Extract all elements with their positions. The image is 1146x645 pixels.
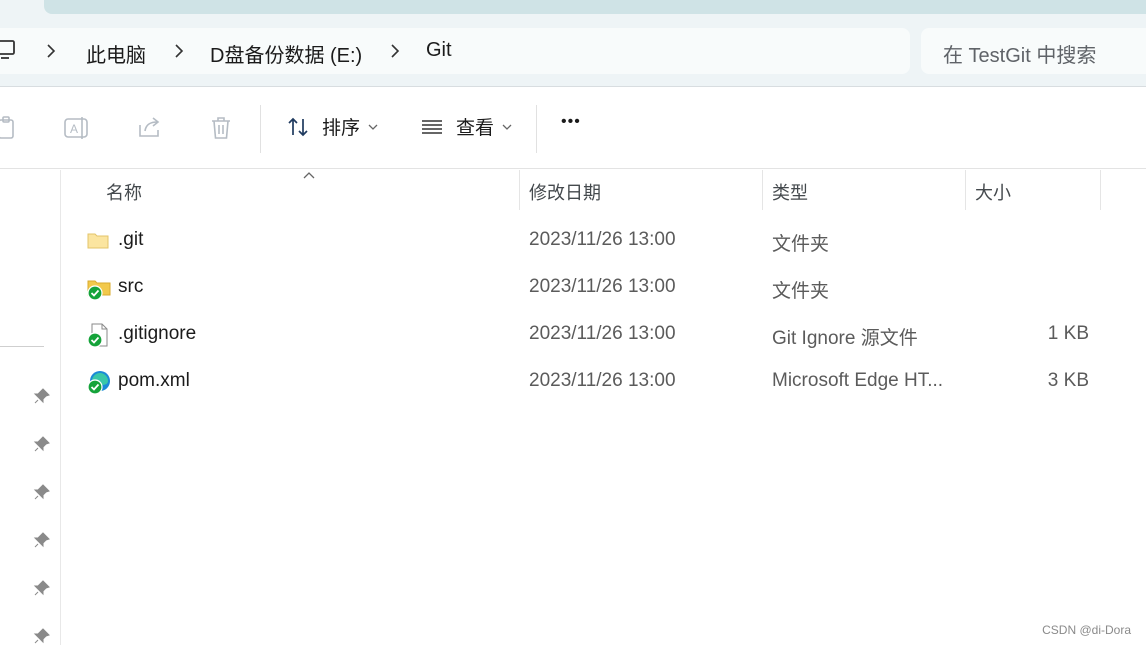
- file-synced-icon: [87, 323, 108, 348]
- file-row[interactable]: pom.xml 2023/11/26 13:00 Microsoft Edge …: [60, 361, 1146, 401]
- more-icon: •••: [561, 113, 581, 130]
- column-divider[interactable]: [1100, 170, 1101, 210]
- view-list-icon: [422, 119, 442, 134]
- navigation-pane: [0, 170, 61, 645]
- file-size: 1 KB: [1047, 323, 1089, 344]
- tab-strip: [44, 0, 1146, 14]
- pin-icon[interactable]: [33, 483, 51, 501]
- pin-icon[interactable]: [33, 531, 51, 549]
- column-divider[interactable]: [965, 170, 966, 210]
- file-row[interactable]: .gitignore 2023/11/26 13:00 Git Ignore 源…: [60, 314, 1146, 354]
- file-row[interactable]: .git 2023/11/26 13:00 文件夹: [60, 220, 1146, 260]
- sort-icon: [288, 117, 308, 136]
- paste-icon[interactable]: [0, 115, 18, 141]
- file-modified: 2023/11/26 13:00: [529, 229, 676, 250]
- file-modified: 2023/11/26 13:00: [529, 276, 676, 297]
- pin-icon[interactable]: [33, 387, 51, 405]
- chevron-right-icon[interactable]: [388, 41, 402, 61]
- column-header-row: 名称 修改日期 类型 大小: [60, 170, 1146, 210]
- file-modified: 2023/11/26 13:00: [529, 370, 676, 391]
- breadcrumb-drive-e[interactable]: D盘备份数据 (E:): [210, 39, 362, 68]
- column-header-name[interactable]: 名称: [106, 179, 142, 205]
- edge-file-synced-icon: [87, 371, 110, 395]
- column-header-size[interactable]: 大小: [975, 179, 1011, 205]
- view-label: 查看: [456, 118, 495, 139]
- sort-button[interactable]: 排序: [286, 113, 390, 140]
- share-icon[interactable]: [136, 115, 164, 141]
- chevron-down-icon: [502, 124, 512, 130]
- column-divider[interactable]: [519, 170, 520, 210]
- column-divider[interactable]: [762, 170, 763, 210]
- file-row[interactable]: src 2023/11/26 13:00 文件夹: [60, 267, 1146, 307]
- more-options-button[interactable]: •••: [561, 113, 581, 131]
- pin-icon[interactable]: [33, 435, 51, 453]
- view-button[interactable]: 查看: [420, 113, 524, 140]
- file-name: src: [118, 276, 144, 297]
- computer-icon[interactable]: [0, 39, 18, 67]
- toolbar-separator: [536, 105, 537, 153]
- delete-icon[interactable]: [209, 115, 233, 141]
- nav-divider: [0, 346, 44, 347]
- address-bar[interactable]: 此电脑 D盘备份数据 (E:) Git: [0, 28, 910, 74]
- breadcrumb-this-pc[interactable]: 此电脑: [86, 39, 146, 68]
- file-type: 文件夹: [772, 281, 830, 302]
- chevron-down-icon: [368, 124, 378, 130]
- chevron-right-icon[interactable]: [44, 41, 58, 61]
- file-name: .git: [118, 229, 144, 250]
- pin-icon[interactable]: [33, 579, 51, 597]
- sort-label: 排序: [322, 118, 361, 139]
- file-modified: 2023/11/26 13:00: [529, 323, 676, 344]
- file-size: 3 KB: [1047, 370, 1089, 391]
- search-placeholder: 在 TestGit 中搜索: [943, 45, 1097, 67]
- file-type: Microsoft Edge HT...: [772, 370, 944, 391]
- command-bar: A 排序 查看 •••: [0, 86, 1146, 169]
- toolbar-separator: [260, 105, 261, 153]
- folder-synced-icon: [87, 280, 111, 301]
- sort-ascending-icon: [303, 172, 315, 179]
- breadcrumb-git[interactable]: Git: [426, 39, 452, 62]
- pin-icon[interactable]: [33, 627, 51, 645]
- folder-icon: [87, 233, 109, 249]
- svg-text:A: A: [70, 122, 78, 136]
- search-input[interactable]: 在 TestGit 中搜索: [921, 28, 1146, 74]
- file-type: 文件夹: [772, 234, 830, 255]
- watermark: CSDN @di-Dora: [1042, 623, 1131, 637]
- file-name: .gitignore: [118, 323, 197, 344]
- file-type: Git Ignore 源文件: [772, 328, 918, 349]
- column-header-modified[interactable]: 修改日期: [529, 179, 601, 205]
- chevron-right-icon[interactable]: [172, 41, 186, 61]
- column-header-type[interactable]: 类型: [772, 179, 808, 205]
- rename-icon[interactable]: A: [63, 115, 91, 141]
- file-name: pom.xml: [118, 370, 190, 391]
